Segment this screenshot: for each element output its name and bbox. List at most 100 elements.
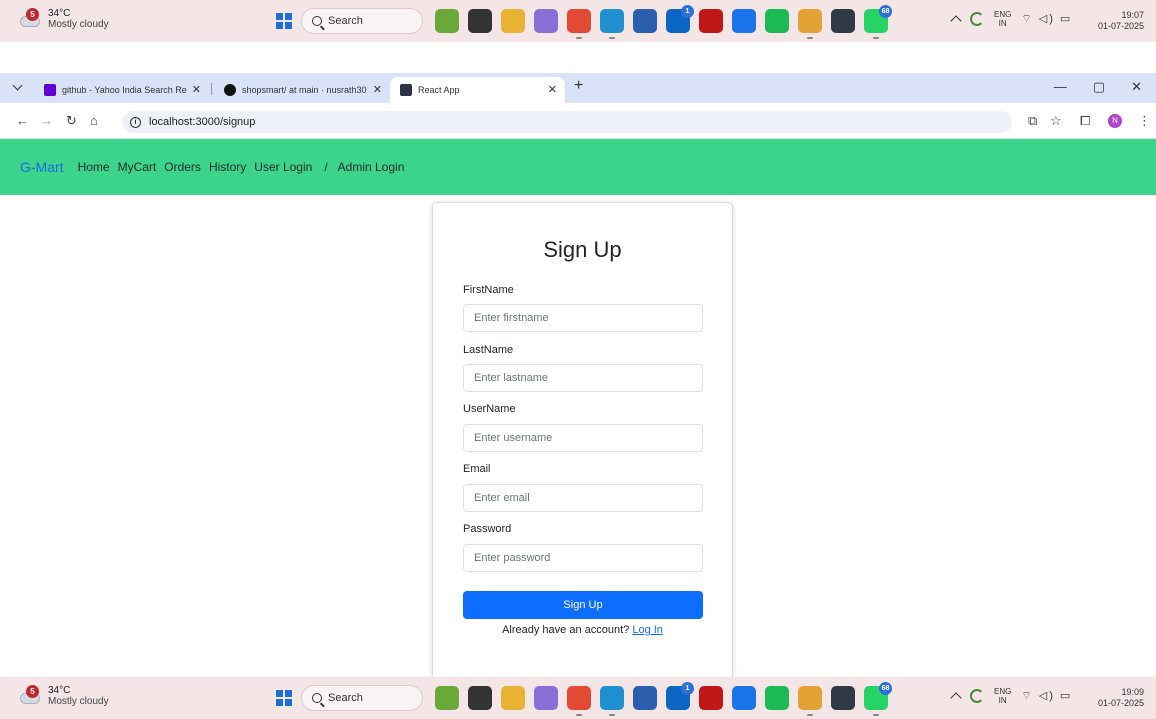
- nav-admin-login[interactable]: Admin Login: [338, 160, 405, 174]
- address-bar[interactable]: i localhost:3000/signup: [122, 111, 1012, 133]
- clock-time: 19:07: [1121, 10, 1144, 20]
- notification-badge: 68: [879, 682, 892, 695]
- email-input[interactable]: [463, 484, 703, 512]
- windows-start-icon[interactable]: [276, 13, 292, 29]
- file-explorer-icon[interactable]: [501, 686, 525, 710]
- tab-react-app[interactable]: React App ✕: [390, 77, 565, 103]
- chevron-up-icon[interactable]: [950, 692, 962, 704]
- terminal-icon[interactable]: [831, 686, 855, 710]
- language-indicator[interactable]: ENG IN: [994, 10, 1011, 28]
- minimize-icon[interactable]: —: [1054, 79, 1067, 95]
- taskbar-top: 5 34°C Mostly cloudy Search 1 68 ENG IN ⌔ …: [0, 0, 1156, 42]
- chrome-active-icon[interactable]: [798, 686, 822, 716]
- lastname-label: LastName: [463, 344, 514, 356]
- taskbar-clock[interactable]: 19:09 01-07-2025: [1098, 687, 1144, 709]
- whatsapp-icon[interactable]: 68: [864, 5, 892, 39]
- login-link[interactable]: Log In: [632, 624, 663, 636]
- mcafee-icon[interactable]: [699, 686, 723, 710]
- mcafee-icon[interactable]: [699, 9, 723, 33]
- edge-icon[interactable]: [600, 9, 624, 39]
- copilot-icon[interactable]: [534, 9, 558, 33]
- weather-desc: Mostly cloudy: [48, 696, 109, 707]
- taskbar-search[interactable]: Search: [301, 8, 423, 34]
- bookmark-star-icon[interactable]: ☆: [1050, 113, 1062, 129]
- windows-start-icon[interactable]: [276, 690, 292, 706]
- back-icon[interactable]: ←: [16, 113, 29, 128]
- github-favicon-icon: [224, 84, 236, 96]
- home-icon[interactable]: ⌂: [90, 113, 98, 128]
- outlook-icon[interactable]: [732, 9, 756, 33]
- close-tab-icon[interactable]: ✕: [373, 83, 382, 96]
- chrome-active-icon[interactable]: [798, 9, 822, 39]
- clock-time: 19:09: [1121, 687, 1144, 697]
- wifi-volume-battery-icons[interactable]: ⌔ ◁) ▭: [1021, 689, 1072, 703]
- taskbar-search[interactable]: Search: [301, 685, 423, 711]
- nav-user-login[interactable]: User Login: [254, 160, 312, 174]
- search-icon: [312, 693, 322, 703]
- wifi-volume-battery-icons[interactable]: ⌔ ◁) ▭: [1021, 12, 1072, 26]
- linkedin-icon[interactable]: 1: [666, 682, 694, 710]
- nav-history[interactable]: History: [209, 160, 246, 174]
- store-icon[interactable]: [633, 686, 657, 710]
- firstname-input[interactable]: [463, 304, 703, 332]
- chevron-up-icon[interactable]: [950, 15, 962, 27]
- spotify-icon[interactable]: [765, 686, 789, 710]
- close-tab-icon[interactable]: ✕: [548, 83, 557, 96]
- plant-app-icon[interactable]: [435, 9, 459, 33]
- lastname-input[interactable]: [463, 364, 703, 392]
- install-app-icon[interactable]: ⧉: [1028, 113, 1037, 129]
- linkedin-icon[interactable]: 1: [666, 5, 694, 33]
- edge-icon[interactable]: [600, 686, 624, 716]
- close-tab-icon[interactable]: ✕: [192, 83, 201, 96]
- search-icon: [312, 16, 322, 26]
- nav-mycart[interactable]: MyCart: [118, 160, 157, 174]
- profile-avatar[interactable]: N: [1108, 114, 1122, 128]
- whatsapp-icon[interactable]: 68: [864, 682, 892, 716]
- file-explorer-icon[interactable]: [501, 9, 525, 33]
- store-icon[interactable]: [633, 9, 657, 33]
- signup-button[interactable]: Sign Up: [463, 591, 703, 619]
- taskbar-search-label: Search: [328, 692, 363, 704]
- file-app-icon[interactable]: [468, 9, 492, 33]
- language-indicator[interactable]: ENG IN: [994, 687, 1011, 705]
- taskbar-apps: 1 68: [435, 5, 892, 39]
- reload-icon[interactable]: ↻: [66, 113, 77, 129]
- site-info-icon[interactable]: i: [130, 116, 141, 128]
- close-window-icon[interactable]: ✕: [1131, 79, 1142, 95]
- nav-separator: /: [324, 160, 328, 174]
- menu-kebab-icon[interactable]: ⋮: [1138, 113, 1151, 129]
- notification-badge: 1: [681, 682, 694, 695]
- taskbar-search-label: Search: [328, 15, 363, 27]
- chrome-icon[interactable]: [567, 9, 591, 39]
- weather-widget[interactable]: 5 34°C Mostly cloudy: [20, 8, 109, 30]
- weather-widget[interactable]: 5 34°C Mostly cloudy: [20, 685, 109, 707]
- sync-icon[interactable]: [970, 689, 984, 703]
- tab-search-chevron-icon[interactable]: [12, 80, 23, 91]
- taskbar-clock[interactable]: 19:07 01-07-2025: [1098, 10, 1144, 32]
- terminal-icon[interactable]: [831, 9, 855, 33]
- extensions-icon[interactable]: ⧠: [1080, 113, 1090, 129]
- firstname-label: FirstName: [463, 284, 514, 296]
- chrome-icon[interactable]: [567, 686, 591, 716]
- spotify-icon[interactable]: [765, 9, 789, 33]
- tab-github-shopsmart[interactable]: shopsmart/ at main · nusrath30 ✕: [214, 77, 390, 103]
- forward-icon[interactable]: →: [40, 113, 53, 128]
- password-input[interactable]: [463, 544, 703, 572]
- new-tab-icon[interactable]: +: [574, 77, 583, 95]
- copilot-icon[interactable]: [534, 686, 558, 710]
- window-controls: — ▢ ✕: [1054, 79, 1142, 95]
- weather-icon: 5: [20, 8, 42, 28]
- weather-temp: 34°C: [48, 8, 71, 19]
- plant-app-icon[interactable]: [435, 686, 459, 710]
- nav-orders[interactable]: Orders: [164, 160, 201, 174]
- app-navbar: G-Mart Home MyCart Orders History User L…: [0, 139, 1156, 195]
- file-app-icon[interactable]: [468, 686, 492, 710]
- outlook-icon[interactable]: [732, 686, 756, 710]
- tab-title: React App: [418, 85, 460, 95]
- sync-icon[interactable]: [970, 12, 984, 26]
- tab-yahoo-search[interactable]: github - Yahoo India Search Re ✕: [34, 77, 209, 103]
- username-input[interactable]: [463, 424, 703, 452]
- restore-icon[interactable]: ▢: [1093, 79, 1105, 95]
- nav-home[interactable]: Home: [78, 160, 110, 174]
- brand-link[interactable]: G-Mart: [20, 159, 64, 175]
